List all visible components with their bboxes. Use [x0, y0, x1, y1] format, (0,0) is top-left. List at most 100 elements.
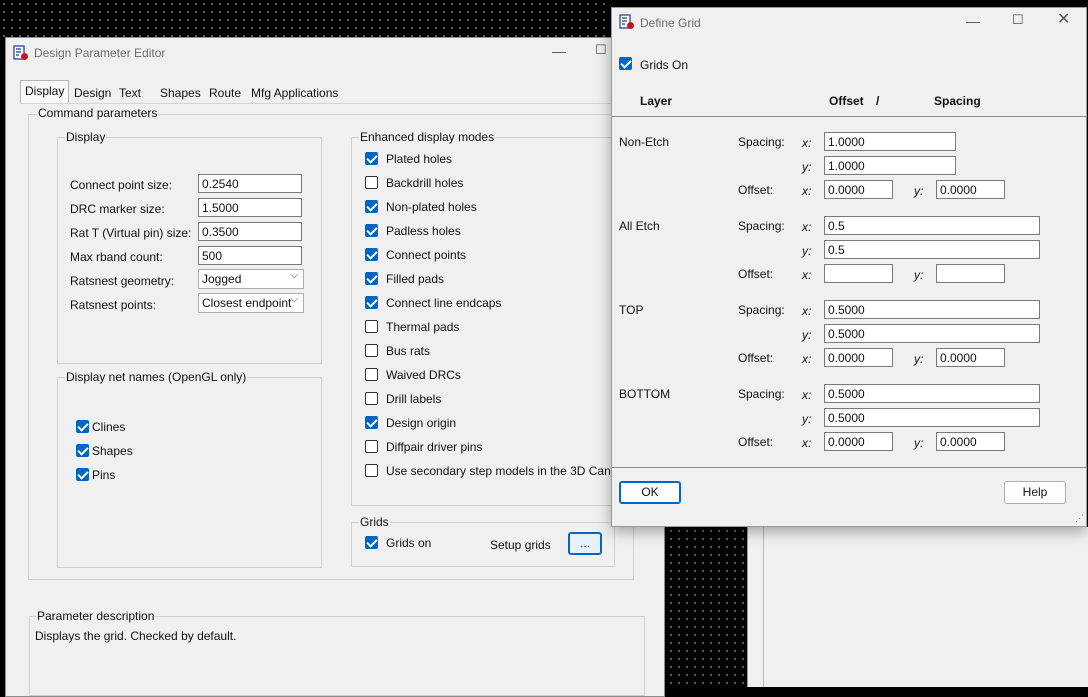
minimize-icon[interactable]: —: [552, 44, 566, 58]
offset-y-field-top[interactable]: [936, 348, 1005, 367]
dg-titlebar: Define Grid — ☐ ✕: [612, 8, 1086, 38]
tab-design[interactable]: Design: [70, 84, 115, 103]
spacing-y-field-all-etch[interactable]: [824, 240, 1040, 259]
offset-label: Offset:: [738, 183, 774, 197]
enhanced-checkbox-plated-holes[interactable]: [365, 152, 378, 165]
enhanced-checkbox-use-secondary-step-models-in-the-3d-canvas[interactable]: [365, 464, 378, 477]
netname-checkbox-shapes[interactable]: [76, 444, 89, 457]
spacing-y-label: y:: [802, 160, 812, 174]
layer-name-bottom: BOTTOM: [619, 387, 671, 401]
connect-point-size-label: Connect point size:: [70, 178, 173, 192]
resize-grip-icon[interactable]: ⋰: [1075, 513, 1084, 524]
display-tab-panel: Command parameters Display Connect point…: [20, 103, 649, 580]
offset-y-field-non-etch[interactable]: [936, 180, 1005, 199]
enhanced-checkbox-design-origin[interactable]: [365, 416, 378, 429]
max-rband-count-label: Max rband count:: [70, 250, 163, 264]
app-icon: [13, 45, 28, 60]
enhanced-label-padless-holes: Padless holes: [386, 224, 461, 238]
setup-grids-button[interactable]: ...: [568, 532, 602, 555]
tab-text[interactable]: Text: [115, 84, 145, 103]
enhanced-checkbox-diffpair-driver-pins[interactable]: [365, 440, 378, 453]
spacing-x-field-non-etch[interactable]: [824, 132, 956, 151]
canvas-divider: [763, 527, 764, 687]
spacing-y-field-top[interactable]: [824, 324, 1040, 343]
offset-x-field-non-etch[interactable]: [824, 180, 893, 199]
ratsnest-geometry-select[interactable]: Jogged ⌵: [198, 269, 304, 289]
spacing-y-label: y:: [802, 412, 812, 426]
offset-x-field-bottom[interactable]: [824, 432, 893, 451]
netname-label-pins: Pins: [92, 468, 116, 482]
enhanced-label-connect-line-endcaps: Connect line endcaps: [386, 296, 502, 310]
enhanced-checkbox-thermal-pads[interactable]: [365, 320, 378, 333]
spacing-x-label: x:: [802, 136, 812, 150]
tab-mfg-applications[interactable]: Mfg Applications: [247, 84, 342, 103]
spacing-y-field-bottom[interactable]: [824, 408, 1040, 427]
enhanced-checkbox-non-plated-holes[interactable]: [365, 200, 378, 213]
ratsnest-points-select[interactable]: Closest endpoint ⌵: [198, 293, 304, 313]
enhanced-label-filled-pads: Filled pads: [386, 272, 445, 286]
rat-t-size-field[interactable]: [198, 222, 302, 241]
spacing-x-label: x:: [802, 304, 812, 318]
display-group-title: Display: [65, 130, 107, 144]
drc-marker-size-field[interactable]: [198, 198, 302, 217]
maximize-icon[interactable]: ☐: [1012, 13, 1024, 27]
ratsnest-geometry-label: Ratsnest geometry:: [70, 274, 175, 288]
tab-shapes[interactable]: Shapes: [156, 84, 205, 103]
enhanced-checkbox-connect-line-endcaps[interactable]: [365, 296, 378, 309]
enhanced-checkbox-backdrill-holes[interactable]: [365, 176, 378, 189]
enhanced-checkbox-bus-rats[interactable]: [365, 344, 378, 357]
spacing-x-field-top[interactable]: [824, 300, 1040, 319]
spacing-x-field-bottom[interactable]: [824, 384, 1040, 403]
enhanced-checkbox-padless-holes[interactable]: [365, 224, 378, 237]
offset-x-field-all-etch[interactable]: [824, 264, 893, 283]
dg-grids-on-checkbox[interactable]: [619, 57, 632, 70]
enhanced-label-connect-points: Connect points: [386, 248, 467, 262]
dg-title: Define Grid: [640, 16, 701, 30]
spacing-label: Spacing:: [738, 219, 785, 233]
rat-t-size-label: Rat T (Virtual pin) size:: [70, 226, 192, 240]
spacing-x-label: x:: [802, 220, 812, 234]
ok-button[interactable]: OK: [619, 481, 681, 504]
spacing-y-label: y:: [802, 244, 812, 258]
enhanced-checkbox-filled-pads[interactable]: [365, 272, 378, 285]
grids-on-checkbox[interactable]: [365, 536, 378, 549]
spacing-x-field-all-etch[interactable]: [824, 216, 1040, 235]
help-button[interactable]: Help: [1004, 481, 1066, 504]
offset-y-label: y:: [914, 268, 924, 282]
design-parameter-editor-window: Design Parameter Editor — ☐ Display Desi…: [5, 37, 665, 697]
dpe-titlebar: Design Parameter Editor — ☐: [6, 38, 664, 68]
canvas-grid-top: [0, 0, 610, 37]
netname-checkbox-clines[interactable]: [76, 420, 89, 433]
tab-route[interactable]: Route: [205, 84, 245, 103]
spacing-label: Spacing:: [738, 135, 785, 149]
enhanced-checkbox-waived-drcs[interactable]: [365, 368, 378, 381]
enhanced-checkbox-connect-points[interactable]: [365, 248, 378, 261]
layer-name-top: TOP: [619, 303, 644, 317]
maximize-icon[interactable]: ☐: [595, 43, 607, 57]
enhanced-display-title: Enhanced display modes: [359, 130, 496, 144]
spacing-header: Spacing: [934, 94, 981, 108]
close-icon[interactable]: ✕: [1057, 12, 1070, 28]
offset-x-label: x:: [802, 184, 812, 198]
grids-on-label: Grids on: [386, 536, 432, 550]
minimize-icon[interactable]: —: [966, 14, 980, 28]
enhanced-label-drill-labels: Drill labels: [386, 392, 442, 406]
offset-y-field-all-etch[interactable]: [936, 264, 1005, 283]
offset-x-field-top[interactable]: [824, 348, 893, 367]
offset-y-field-bottom[interactable]: [936, 432, 1005, 451]
layer-name-all-etch: All Etch: [619, 219, 660, 233]
app-icon: [619, 14, 634, 29]
tab-display[interactable]: Display: [20, 80, 70, 104]
enhanced-checkbox-drill-labels[interactable]: [365, 392, 378, 405]
enhanced-label-use-secondary-step-models-in-the-3d-canvas: Use secondary step models in the 3D Canv…: [386, 464, 630, 478]
chevron-down-icon: ⌵: [290, 294, 298, 305]
enhanced-label-diffpair-driver-pins: Diffpair driver pins: [386, 440, 483, 454]
connect-point-size-field[interactable]: [198, 174, 302, 193]
spacing-y-field-non-etch[interactable]: [824, 156, 956, 175]
enhanced-label-non-plated-holes: Non-plated holes: [386, 200, 477, 214]
grids-group-title: Grids: [359, 515, 390, 529]
netname-checkbox-pins[interactable]: [76, 468, 89, 481]
max-rband-count-field[interactable]: [198, 246, 302, 265]
setup-grids-label: Setup grids: [490, 538, 551, 552]
dg-grids-on-label: Grids On: [640, 58, 689, 72]
